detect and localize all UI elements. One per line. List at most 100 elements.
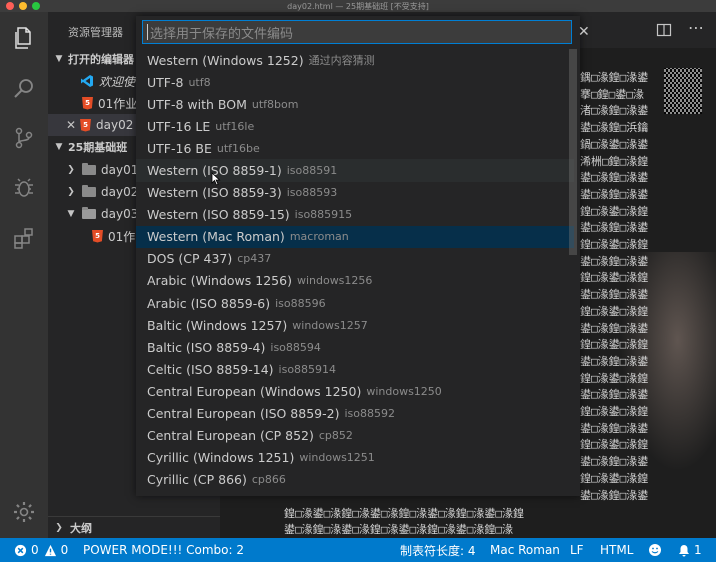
folder-open-icon [82,207,96,219]
warning-count: 0 [60,543,69,557]
vscode-icon [81,75,93,87]
chevron-down-icon: ▼ [55,54,63,64]
close-icon[interactable]: ✕ [578,24,590,40]
encoding-option[interactable]: Arabic (Windows 1256) windows1256 [136,270,574,292]
encoding-option-label: UTF-8 with BOM [147,96,247,112]
code-bottom[interactable]: 鍠□湪鍙□湪鍠□湪鍙□湪鍠□湪鍙□湪鍠□湪鍙□湪鍠 鍙□湪鍠□湪鍙□湪鍠□湪鍙□… [284,506,524,538]
encoding-option[interactable]: Western (ISO 8859-3) iso88593 [136,182,574,204]
chevron-right-icon: ❯ [67,187,75,197]
encoding-option[interactable]: Cyrillic (Windows 1251) windows1251 [136,447,574,469]
search-icon[interactable] [10,74,38,102]
error-count: 0 [31,543,39,557]
file-label: 01作 [108,229,136,244]
feedback-icon[interactable] [648,538,662,562]
encoding-option-id: iso885915 [294,208,353,222]
project-label: 25期基础班 [68,141,128,154]
encoding-status[interactable]: Mac Roman [490,538,560,562]
outline-section[interactable]: ❯ 大纲 [48,516,220,538]
encoding-option[interactable]: Western (Windows 1252) 通过内容猜测 [136,49,574,71]
minimize-window-button[interactable] [19,2,27,10]
eol-status[interactable]: LF [570,538,584,562]
encoding-option-label: Baltic (Windows 1257) [147,317,288,333]
window-title: day02.html — 25期基础班 [不受支持] [287,1,429,11]
encoding-option[interactable]: Western (ISO 8859-15) iso885915 [136,204,574,226]
encoding-list: Western (Windows 1252) 通过内容猜测 UTF-8 utf8 UTF… [136,49,574,491]
window-controls [6,2,40,10]
notification-count: 1 [694,543,702,557]
notifications-indicator[interactable]: 1 [678,538,702,562]
folder-label: day01 [101,163,139,177]
encoding-option[interactable]: Central European (Windows 1250) windows12… [136,380,574,402]
code-line: 鍠□湪鍙□湪鍠 [580,338,649,352]
code-line: 鍙□湪鍠□湪鍙 [580,455,649,469]
encoding-option-id: iso88594 [270,340,321,354]
scrollbar[interactable] [569,49,577,255]
code-lines[interactable]: 鍝□湪鍠□湪鍙 搴□鍠□鍙□湪 渚□湪鍠□湪鍙 鍙□湪鍠□浜鑰 鍋□湪鍙□湪鍙 浠栦□鍠□… [580,70,710,504]
explorer-icon[interactable] [10,24,38,52]
qr-code-image [664,68,702,114]
extensions-icon[interactable] [10,224,38,252]
close-icon[interactable]: ✕ [66,118,80,132]
html5-icon: 5 [92,229,103,243]
encoding-option-label: UTF-16 BE [147,140,212,156]
code-line: 鍠□湪鍙□湪鍠 [580,304,649,318]
error-icon [14,544,27,556]
code-line: 鍠□湪鍙□湪鍠 [580,471,649,485]
html5-icon: 5 [82,96,93,110]
encoding-option[interactable]: Arabic (ISO 8859-6) iso88596 [136,292,574,314]
encoding-option[interactable]: Cyrillic (CP 866) cp866 [136,469,574,491]
zoom-window-button[interactable] [32,2,40,10]
encoding-option-id: cp866 [251,473,286,487]
code-line: 鍙□湪鍠□湪鍙 [580,221,649,235]
encoding-search-input[interactable]: 选择用于保存的文件编码 [142,20,572,44]
language-status[interactable]: HTML [600,538,633,562]
encoding-option-id: iso88596 [275,296,326,310]
indent-status[interactable]: 制表符长度: 4 [400,538,476,562]
open-editors-label: 打开的编辑器 [68,53,134,66]
encoding-option-label: Central European (CP 852) [147,428,314,444]
encoding-option[interactable]: UTF-16 LE utf16le [136,115,574,137]
encoding-option[interactable]: Central European (CP 852) cp852 [136,425,574,447]
encoding-option[interactable]: UTF-8 with BOM utf8bom [136,93,574,115]
encoding-option[interactable]: UTF-8 utf8 [136,71,574,93]
encoding-option-id: windows1256 [296,274,373,288]
gear-icon[interactable] [10,498,38,526]
encoding-option-label: UTF-8 [147,74,184,90]
close-window-button[interactable] [6,2,14,10]
code-line: 鍠□湪鍙□湪鍠 [580,405,649,419]
encoding-option-id: iso88593 [286,186,338,200]
encoding-option[interactable]: Central European (ISO 8859-2) iso88592 [136,403,574,425]
power-mode-status[interactable]: POWER MODE!!! Combo: 2 [83,538,244,562]
encoding-option-id: 通过内容猜测 [308,54,375,68]
encoding-option-label: Central European (ISO 8859-2) [147,406,340,422]
split-editor-icon[interactable] [656,22,672,41]
encoding-option-label: DOS (CP 437) [147,251,233,267]
more-actions-icon[interactable]: ⋯ [688,18,704,37]
code-line: 鍙□湪鍠□湪鍙 [580,388,649,402]
folder-label: day03 [101,207,139,221]
encoding-option-id: iso885914 [278,362,337,376]
encoding-option-selected[interactable]: Western (Mac Roman) macroman [136,225,574,248]
problems-indicator[interactable]: 0 0 [14,538,68,562]
encoding-option[interactable]: Celtic (ISO 8859-14) iso885914 [136,358,574,380]
encoding-option-label: Cyrillic (Windows 1251) [147,450,295,466]
debug-icon[interactable] [10,174,38,202]
encoding-option[interactable]: Baltic (ISO 8859-4) iso88594 [136,336,574,358]
status-bar: 0 0 POWER MODE!!! Combo: 2 制表符长度: 4 Mac … [0,538,716,562]
encoding-option-id: cp852 [318,429,353,443]
encoding-option-label: Arabic (ISO 8859-6) [147,295,271,311]
encoding-option[interactable]: DOS (CP 437) cp437 [136,248,574,270]
encoding-option-id: iso88591 [286,164,338,178]
encoding-option-id: utf8bom [251,97,299,111]
encoding-option-label: Cyrillic (CP 866) [147,472,247,488]
encoding-option[interactable]: Western (ISO 8859-1) iso88591 [136,159,574,182]
text-cursor [147,24,148,40]
source-control-icon[interactable] [10,124,38,152]
code-line: 鍠□湪鍙□湪鍠 [580,371,649,385]
code-line: 鍠□湪鍙□湪鍠 [580,238,649,252]
chevron-right-icon: ❯ [67,165,75,175]
encoding-option[interactable]: Baltic (Windows 1257) windows1257 [136,314,574,336]
code-line: 鍙□湪鍠□湪鍙 [580,488,649,502]
encoding-option-label: Western (ISO 8859-15) [147,207,290,223]
encoding-option[interactable]: UTF-16 BE utf16be [136,137,574,159]
